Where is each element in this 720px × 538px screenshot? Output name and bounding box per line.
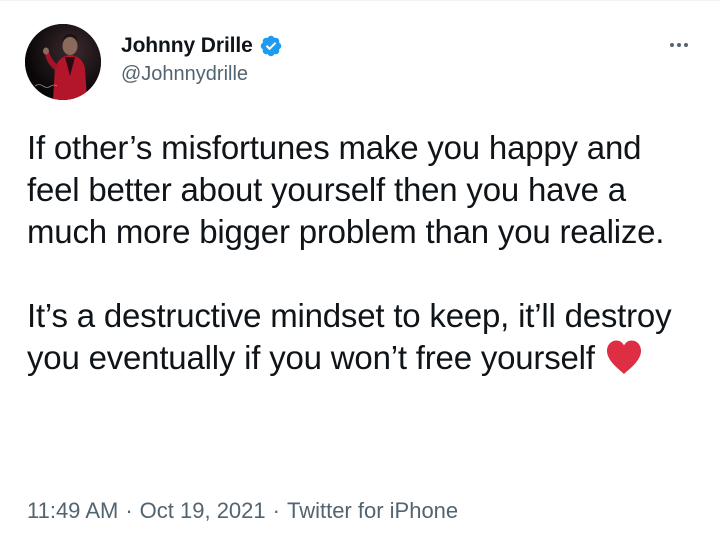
more-options-icon: [684, 43, 688, 47]
meta-separator: ·: [125, 498, 133, 523]
tweet-source-link[interactable]: Twitter for iPhone: [287, 498, 458, 523]
verified-badge-icon: [259, 34, 283, 58]
avatar-photo: [25, 24, 101, 100]
tweet-metadata: 11:49 AM · Oct 19, 2021 · Twitter for iPhone: [27, 498, 458, 524]
red-heart-icon: [605, 339, 643, 375]
author-display-name[interactable]: Johnny Drille: [121, 34, 253, 58]
author-block: Johnny Drille @Johnnydrille: [121, 33, 283, 86]
tweet-paragraph-2-text: It’s a destructive mindset to keep, it’l…: [27, 297, 672, 376]
more-options-button[interactable]: [664, 34, 694, 56]
author-name-row: Johnny Drille: [121, 33, 283, 59]
more-options-icon: [670, 43, 674, 47]
meta-separator: ·: [272, 498, 280, 523]
tweet-paragraph-1: If other’s misfortunes make you happy an…: [27, 129, 665, 250]
tweet-card: Johnny Drille @Johnnydrille If other’s m…: [0, 0, 720, 538]
more-options-icon: [677, 43, 681, 47]
tweet-time[interactable]: 11:49 AM: [27, 498, 118, 523]
divider: [0, 0, 720, 1]
tweet-date[interactable]: Oct 19, 2021: [140, 498, 266, 523]
tweet-text: If other’s misfortunes make you happy an…: [27, 127, 697, 379]
author-handle[interactable]: @Johnnydrille: [121, 63, 283, 86]
tweet-paragraph-2: It’s a destructive mindset to keep, it’l…: [27, 295, 697, 379]
avatar[interactable]: [25, 24, 101, 100]
